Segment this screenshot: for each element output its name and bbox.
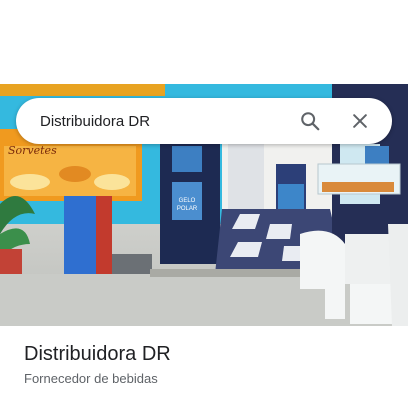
place-title: Distribuidora DR — [24, 343, 171, 365]
close-icon — [353, 114, 367, 128]
search-button[interactable] — [296, 107, 324, 135]
search-icon — [301, 112, 320, 131]
search-input[interactable] — [16, 98, 296, 144]
place-category: Fornecedor de bebidas — [24, 371, 158, 386]
clear-button[interactable] — [346, 107, 374, 135]
poster-text-polar: POLAR — [177, 206, 198, 212]
sign-text: Sorvetes — [8, 144, 57, 157]
poster-text-gelo: GELO — [179, 198, 196, 204]
search-bar — [16, 98, 392, 144]
